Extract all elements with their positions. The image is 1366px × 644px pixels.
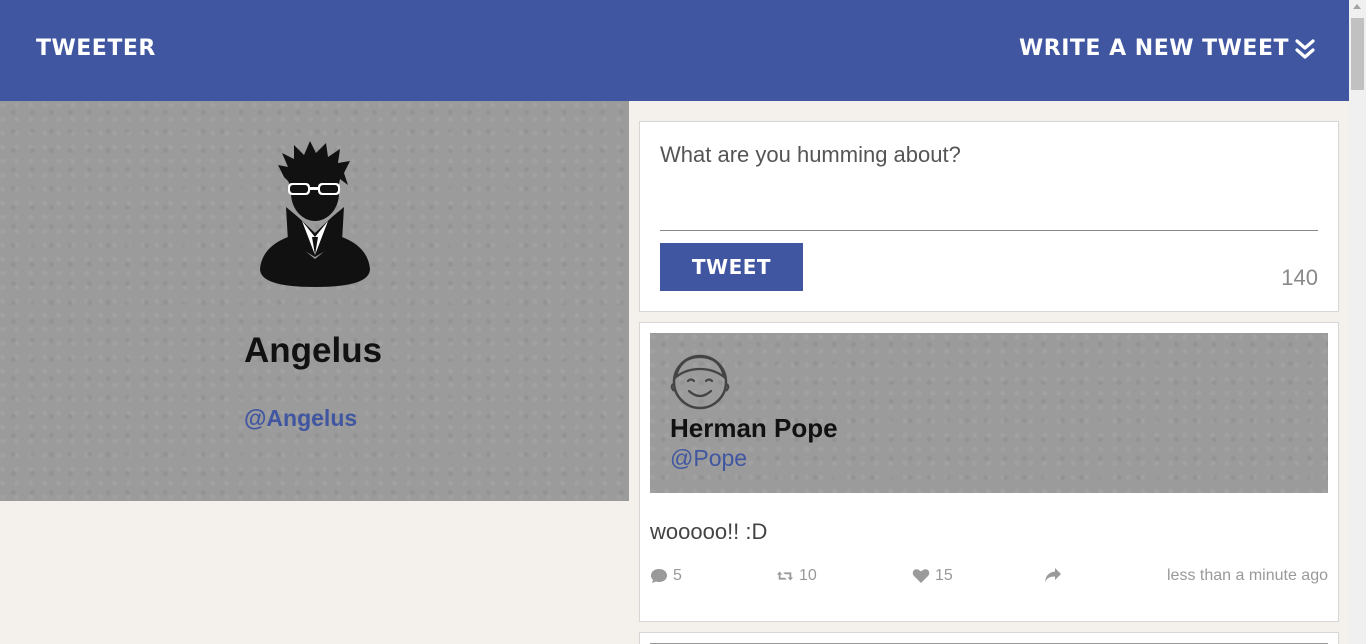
write-new-tweet-label: Write a new tweet bbox=[1019, 36, 1289, 61]
tweet-text-input[interactable] bbox=[660, 142, 1318, 231]
profile-panel: Angelus @Angelus bbox=[0, 101, 629, 501]
tweet-timestamp: less than a minute ago bbox=[1167, 567, 1328, 584]
user-sunglasses-avatar-icon bbox=[260, 141, 370, 287]
like-button[interactable]: 15 bbox=[912, 567, 953, 585]
share-button[interactable] bbox=[1044, 567, 1062, 583]
retweet-count: 10 bbox=[799, 567, 817, 584]
tweet-content: wooooo!! :D bbox=[650, 519, 768, 544]
heart-icon bbox=[912, 569, 930, 583]
retweet-icon bbox=[776, 571, 794, 581]
comment-button[interactable]: 5 bbox=[650, 567, 682, 585]
write-new-tweet-button[interactable]: Write a new tweet bbox=[1019, 36, 1315, 61]
comment-icon bbox=[651, 569, 667, 583]
page-scrollbar[interactable] bbox=[1349, 0, 1366, 644]
like-count: 15 bbox=[935, 567, 953, 584]
character-counter: 140 bbox=[1281, 265, 1318, 290]
double-chevron-down-icon bbox=[1295, 38, 1315, 59]
tweet-author-name: Herman Pope bbox=[670, 413, 838, 443]
retweet-button[interactable]: 10 bbox=[776, 567, 817, 585]
tweet-author-handle[interactable]: @Pope bbox=[670, 445, 747, 472]
brand-logo[interactable]: Tweeter bbox=[36, 36, 156, 61]
profile-name: Angelus bbox=[244, 331, 383, 370]
tweet-submit-button[interactable]: Tweet bbox=[660, 243, 803, 291]
tweet-card: Herman Pope @Pope wooooo!! :D 5 10 15 le… bbox=[639, 322, 1339, 622]
scroll-up-arrow-icon[interactable] bbox=[1353, 4, 1361, 9]
top-navbar: Tweeter Write a new tweet bbox=[0, 0, 1349, 101]
new-tweet-form: Tweet 140 bbox=[639, 121, 1339, 312]
tweet-card-next bbox=[639, 632, 1339, 644]
smiley-face-avatar-icon bbox=[670, 354, 730, 410]
tweet-actions: 5 10 15 less than a minute ago bbox=[650, 567, 1328, 587]
profile-handle[interactable]: @Angelus bbox=[244, 405, 357, 432]
tweet-header: Herman Pope @Pope bbox=[650, 333, 1328, 493]
comment-count: 5 bbox=[673, 567, 682, 584]
scrollbar-thumb[interactable] bbox=[1351, 18, 1364, 90]
share-icon bbox=[1045, 568, 1061, 582]
